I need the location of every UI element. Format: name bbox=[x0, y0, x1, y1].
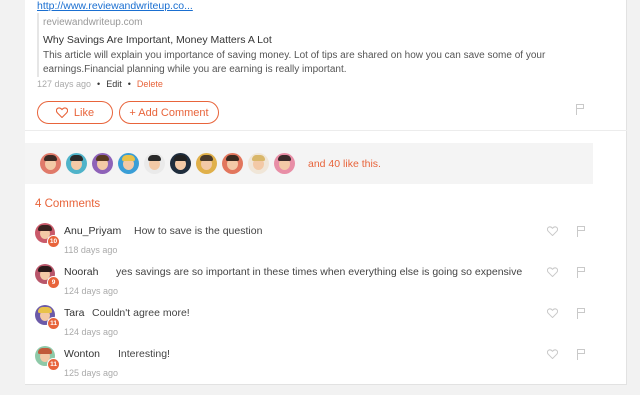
liker-avatar[interactable] bbox=[144, 153, 165, 174]
edit-link[interactable]: Edit bbox=[106, 79, 122, 89]
link-preview[interactable]: reviewandwriteup.com Why Savings Are Imp… bbox=[37, 13, 617, 77]
level-badge: 11 bbox=[47, 358, 60, 371]
comment-like-icon[interactable] bbox=[547, 349, 558, 359]
comment-text: Interesting! bbox=[118, 348, 170, 360]
comment-flag-icon[interactable] bbox=[577, 349, 586, 360]
add-comment-label: + Add Comment bbox=[129, 106, 209, 119]
comment-text: How to save is the question bbox=[134, 225, 263, 237]
like-button[interactable]: Like bbox=[37, 101, 113, 124]
comment-like-icon[interactable] bbox=[547, 267, 558, 277]
liker-avatar[interactable] bbox=[222, 153, 243, 174]
commenter-avatar[interactable]: 10 bbox=[35, 223, 60, 248]
add-comment-button[interactable]: + Add Comment bbox=[119, 101, 219, 124]
likes-bar: and 40 like this. bbox=[25, 143, 593, 184]
comment-like-icon[interactable] bbox=[547, 308, 558, 318]
liker-avatar[interactable] bbox=[66, 153, 87, 174]
like-button-label: Like bbox=[73, 106, 95, 119]
commenter-name[interactable]: Anu_Priyam bbox=[64, 225, 121, 237]
liker-avatar[interactable] bbox=[196, 153, 217, 174]
divider bbox=[25, 130, 627, 131]
level-badge: 9 bbox=[47, 276, 60, 289]
comments-count-title: 4 Comments bbox=[35, 198, 101, 210]
liker-avatar[interactable] bbox=[170, 153, 191, 174]
meta-separator: • bbox=[97, 79, 101, 89]
comment-time: 124 days ago bbox=[64, 286, 119, 296]
liker-avatars bbox=[40, 153, 295, 174]
level-badge: 11 bbox=[47, 317, 60, 330]
comment-item: 9 Noorah yes savings are so important in t… bbox=[35, 264, 595, 304]
comment-item: 11 Tara Couldn't agree more! 124 days ago bbox=[35, 305, 595, 345]
flag-icon[interactable] bbox=[576, 104, 585, 115]
commenter-avatar[interactable]: 9 bbox=[35, 264, 60, 289]
comment-time: 118 days ago bbox=[64, 245, 118, 255]
post-card: http://www.reviewandwriteup.co... review… bbox=[25, 0, 627, 385]
likes-count-text[interactable]: and 40 like this. bbox=[308, 158, 381, 170]
post-meta: 127 days ago • Edit • Delete bbox=[37, 79, 163, 89]
liker-avatar[interactable] bbox=[40, 153, 61, 174]
comment-like-icon[interactable] bbox=[547, 226, 558, 236]
comment-time: 124 days ago bbox=[64, 327, 119, 337]
comment-flag-icon[interactable] bbox=[577, 226, 586, 237]
comment-time: 125 days ago bbox=[64, 368, 119, 378]
post-time: 127 days ago bbox=[37, 79, 92, 89]
comment-item: 11 Wonton Interesting! 125 days ago bbox=[35, 346, 595, 386]
liker-avatar[interactable] bbox=[92, 153, 113, 174]
meta-separator: • bbox=[127, 79, 131, 89]
liker-avatar[interactable] bbox=[248, 153, 269, 174]
delete-link[interactable]: Delete bbox=[137, 79, 163, 89]
commenter-name[interactable]: Wonton bbox=[64, 348, 100, 360]
liker-avatar[interactable] bbox=[118, 153, 139, 174]
commenter-name[interactable]: Tara bbox=[64, 307, 84, 319]
comment-text: yes savings are so important in these ti… bbox=[116, 266, 523, 278]
comment-flag-icon[interactable] bbox=[577, 308, 586, 319]
comment-flag-icon[interactable] bbox=[577, 267, 586, 278]
preview-title[interactable]: Why Savings Are Important, Money Matters… bbox=[43, 34, 617, 46]
heart-outline-icon bbox=[55, 107, 68, 118]
liker-avatar[interactable] bbox=[274, 153, 295, 174]
comment-item: 10 Anu_Priyam How to save is the question 1… bbox=[35, 223, 595, 263]
preview-description: This article will explain you importance… bbox=[43, 50, 546, 75]
commenter-name[interactable]: Noorah bbox=[64, 266, 98, 278]
post-link[interactable]: http://www.reviewandwriteup.co... bbox=[37, 0, 193, 12]
comment-text: Couldn't agree more! bbox=[92, 307, 190, 319]
commenter-avatar[interactable]: 11 bbox=[35, 305, 60, 330]
level-badge: 10 bbox=[47, 235, 60, 248]
preview-domain: reviewandwriteup.com bbox=[43, 17, 143, 28]
commenter-avatar[interactable]: 11 bbox=[35, 346, 60, 371]
